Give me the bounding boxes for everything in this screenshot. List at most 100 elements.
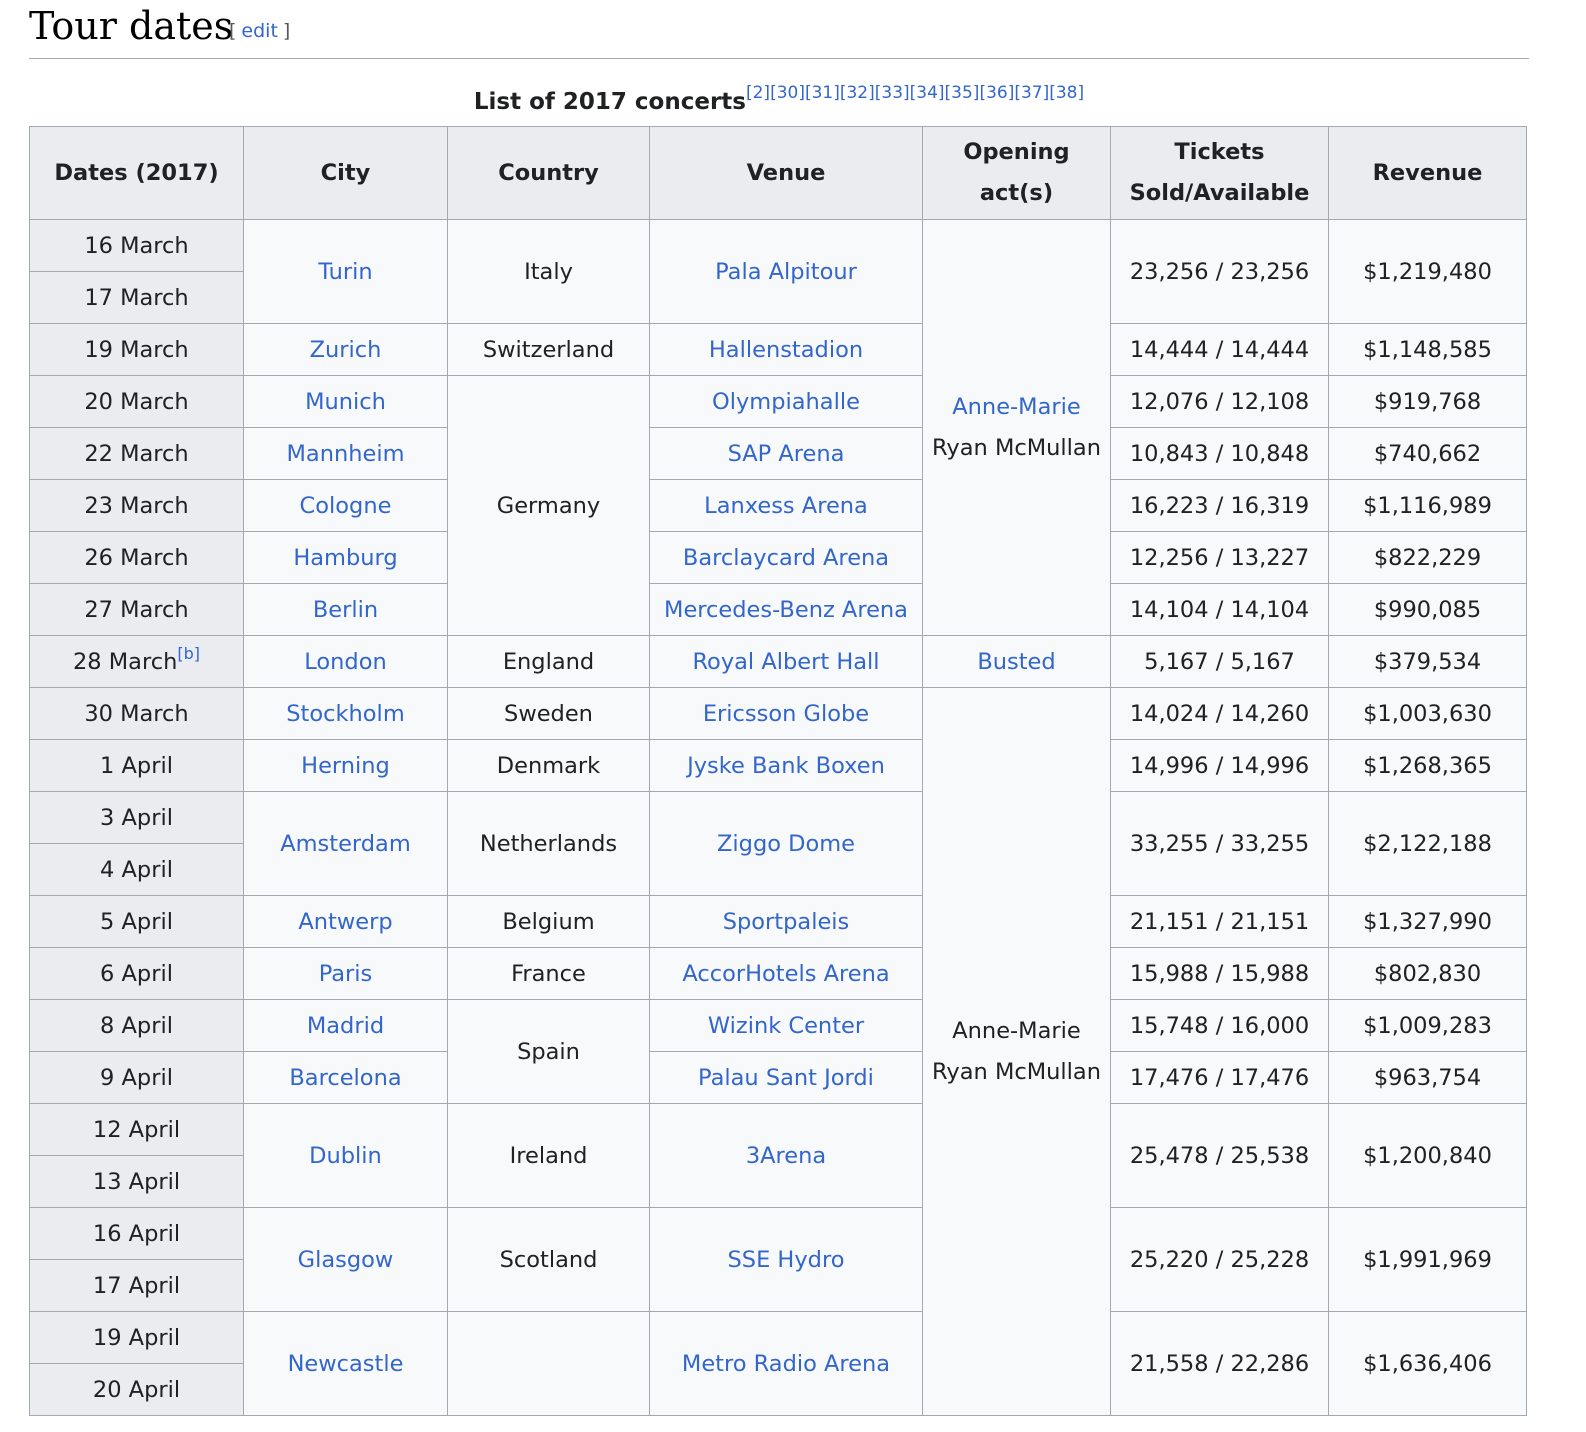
country-cell [447, 1311, 650, 1416]
venue-cell: AccorHotels Arena [649, 947, 923, 1000]
table-row: 6 April Paris France AccorHotels Arena 1… [29, 947, 1527, 1000]
date-cell: 19 March [29, 323, 244, 376]
venue-link[interactable]: Barclaycard Arena [683, 545, 889, 571]
table-row: 1 April Herning Denmark Jyske Bank Boxen… [29, 739, 1527, 792]
tickets-cell: 17,476 / 17,476 [1110, 1051, 1329, 1104]
city-link[interactable]: Munich [305, 389, 386, 415]
country-cell: England [447, 635, 650, 688]
opening-act-link[interactable]: Anne-Marie [952, 394, 1080, 420]
tickets-cell: 16,223 / 16,319 [1110, 479, 1329, 532]
opening-act-text: Anne-Marie [952, 1017, 1081, 1044]
column-header-tickets: Tickets Sold/Available [1110, 126, 1329, 220]
venue-cell: Royal Albert Hall [649, 635, 923, 688]
city-link[interactable]: Dublin [309, 1143, 382, 1169]
tickets-cell: 14,024 / 14,260 [1110, 687, 1329, 740]
venue-link[interactable]: Olympiahalle [712, 389, 860, 415]
date-cell: 20 March [29, 375, 244, 428]
venue-link[interactable]: Palau Sant Jordi [698, 1065, 874, 1091]
column-header-venue: Venue [649, 126, 923, 220]
tickets-cell: 21,558 / 22,286 [1110, 1311, 1329, 1416]
tour-dates-table: Dates (2017) City Country Venue Opening … [29, 126, 1527, 1416]
city-link[interactable]: Berlin [313, 597, 378, 623]
table-row: 16 April Glasgow Scotland SSE Hydro 25,2… [29, 1207, 1527, 1312]
city-link[interactable]: Paris [319, 961, 373, 987]
tickets-cell: 15,748 / 16,000 [1110, 999, 1329, 1052]
venue-cell: Pala Alpitour [649, 219, 923, 324]
city-link[interactable]: Madrid [307, 1013, 384, 1039]
country-cell: Scotland [447, 1207, 650, 1312]
country-cell: Belgium [447, 895, 650, 948]
city-link[interactable]: Glasgow [298, 1247, 394, 1273]
table-row: 20 March Munich Germany Olympiahalle 12,… [29, 375, 1527, 636]
opening-acts-cell: Anne-Marie Ryan McMullan [922, 219, 1111, 636]
column-header-revenue: Revenue [1328, 126, 1527, 220]
note-link[interactable]: [b] [177, 644, 200, 663]
venue-link[interactable]: Ziggo Dome [717, 831, 855, 857]
venue-link[interactable]: Royal Albert Hall [692, 649, 879, 675]
tickets-cell: 23,256 / 23,256 [1110, 219, 1329, 324]
city-cell: Barcelona [243, 1051, 448, 1104]
edit-bracket-close: ] [282, 20, 291, 42]
venue-link[interactable]: SAP Arena [728, 441, 845, 467]
city-link[interactable]: Barcelona [289, 1065, 401, 1091]
city-link[interactable]: Newcastle [288, 1351, 404, 1377]
city-link[interactable]: Stockholm [286, 701, 404, 727]
revenue-cell: $1,200,840 [1328, 1103, 1527, 1208]
table-row: 26 March Hamburg Barclaycard Arena 12,25… [29, 531, 1527, 584]
revenue-cell: $2,122,188 [1328, 791, 1527, 896]
revenue-cell: $802,830 [1328, 947, 1527, 1000]
city-link[interactable]: Cologne [300, 493, 392, 519]
tickets-cell: 12,076 / 12,108 [1110, 375, 1329, 428]
opening-acts-cell: Anne-Marie Ryan McMullan [922, 687, 1111, 1416]
city-link[interactable]: London [304, 649, 386, 675]
city-cell: Berlin [243, 583, 448, 636]
venue-link[interactable]: Mercedes-Benz Arena [664, 597, 908, 623]
venue-link[interactable]: Ericsson Globe [703, 701, 869, 727]
section-title: Tour dates [29, 4, 234, 48]
venue-link[interactable]: Hallenstadion [709, 337, 863, 363]
city-link[interactable]: Mannheim [287, 441, 405, 467]
city-link[interactable]: Hamburg [293, 545, 397, 571]
date-cell: 16 March [29, 219, 244, 272]
edit-link[interactable]: edit [241, 20, 277, 42]
venue-link[interactable]: Wizink Center [708, 1013, 864, 1039]
tickets-cell: 14,996 / 14,996 [1110, 739, 1329, 792]
date-text: 28 March [72, 648, 178, 675]
tickets-cell: 33,255 / 33,255 [1110, 791, 1329, 896]
country-cell: Italy [447, 219, 650, 324]
country-cell: Denmark [447, 739, 650, 792]
venue-link[interactable]: Lanxess Arena [704, 493, 868, 519]
city-link[interactable]: Amsterdam [280, 831, 411, 857]
venue-link[interactable]: SSE Hydro [728, 1247, 845, 1273]
city-link[interactable]: Zurich [310, 337, 382, 363]
date-cell: 17 March [29, 271, 244, 324]
table-row: 28 March[b] London England Royal Albert … [29, 635, 1527, 688]
caption-references[interactable]: [2][30][31][32][33][34][35][36][37][38] [746, 83, 1084, 103]
table-row: 19 April Newcastle Metro Radio Arena 21,… [29, 1311, 1527, 1416]
venue-cell: Ziggo Dome [649, 791, 923, 896]
city-link[interactable]: Antwerp [298, 909, 392, 935]
venue-link[interactable]: Jyske Bank Boxen [687, 753, 885, 779]
venue-cell: Wizink Center [649, 999, 923, 1052]
opening-act-text: Ryan McMullan [932, 434, 1101, 461]
city-cell: Turin [243, 219, 448, 324]
edit-bracket-open: [ [229, 20, 237, 42]
venue-link[interactable]: Sportpaleis [723, 909, 850, 935]
country-cell: Sweden [447, 687, 650, 740]
venue-link[interactable]: 3Arena [746, 1143, 826, 1169]
date-cell: 5 April [29, 895, 244, 948]
venue-link[interactable]: Metro Radio Arena [682, 1351, 890, 1377]
opening-act-link[interactable]: Busted [977, 649, 1055, 675]
venue-cell: Mercedes-Benz Arena [649, 583, 923, 636]
city-cell: Cologne [243, 479, 448, 532]
venue-link[interactable]: Pala Alpitour [715, 259, 857, 285]
venue-cell: Sportpaleis [649, 895, 923, 948]
city-link[interactable]: Turin [318, 259, 372, 285]
country-cell: Switzerland [447, 323, 650, 376]
revenue-cell: $740,662 [1328, 427, 1527, 480]
city-link[interactable]: Herning [301, 753, 390, 779]
date-cell: 28 March[b] [29, 635, 244, 688]
city-cell: Paris [243, 947, 448, 1000]
table-row: 12 April Dublin Ireland 3Arena 25,478 / … [29, 1103, 1527, 1208]
venue-link[interactable]: AccorHotels Arena [682, 961, 889, 987]
